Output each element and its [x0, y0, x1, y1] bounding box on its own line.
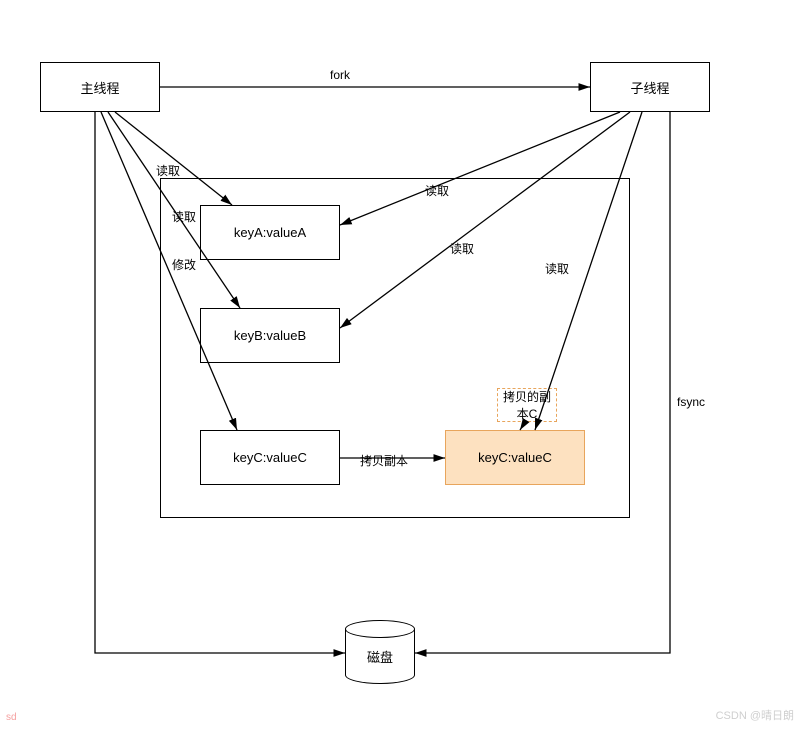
- keyc-label: keyC:valueC: [233, 450, 307, 465]
- read1-label: 读取: [156, 162, 180, 179]
- copy-note-label: 拷贝的副 本C: [503, 388, 551, 422]
- keya-node: keyA:valueA: [200, 205, 340, 260]
- main-thread-label: 主线程: [80, 78, 119, 97]
- child-thread-label: 子线程: [630, 78, 669, 97]
- copy-edge-label: 拷贝副本: [360, 452, 408, 469]
- child-thread-node: 子线程: [590, 62, 710, 112]
- readr3-label: 读取: [545, 260, 569, 277]
- fsync-label: fsync: [677, 395, 705, 409]
- keyc-copy-label: keyC:valueC: [478, 450, 552, 465]
- fork-label: fork: [330, 68, 350, 82]
- read2-label: 读取: [172, 208, 196, 225]
- keyc-copy-node: keyC:valueC: [445, 430, 585, 485]
- modify-label: 修改: [172, 256, 196, 273]
- keyb-node: keyB:valueB: [200, 308, 340, 363]
- readr2-label: 读取: [450, 240, 474, 257]
- keya-label: keyA:valueA: [234, 225, 306, 240]
- copy-note: 拷贝的副 本C: [497, 388, 557, 422]
- watermark-left: sd: [6, 712, 17, 723]
- disk-node: 磁盘: [345, 620, 415, 690]
- readr1-label: 读取: [425, 182, 449, 199]
- disk-top: [345, 620, 415, 638]
- keyc-node: keyC:valueC: [200, 430, 340, 485]
- watermark-right: CSDN @晴日朗: [716, 707, 794, 723]
- main-thread-node: 主线程: [40, 62, 160, 112]
- keyb-label: keyB:valueB: [234, 328, 306, 343]
- disk-label: 磁盘: [367, 647, 393, 666]
